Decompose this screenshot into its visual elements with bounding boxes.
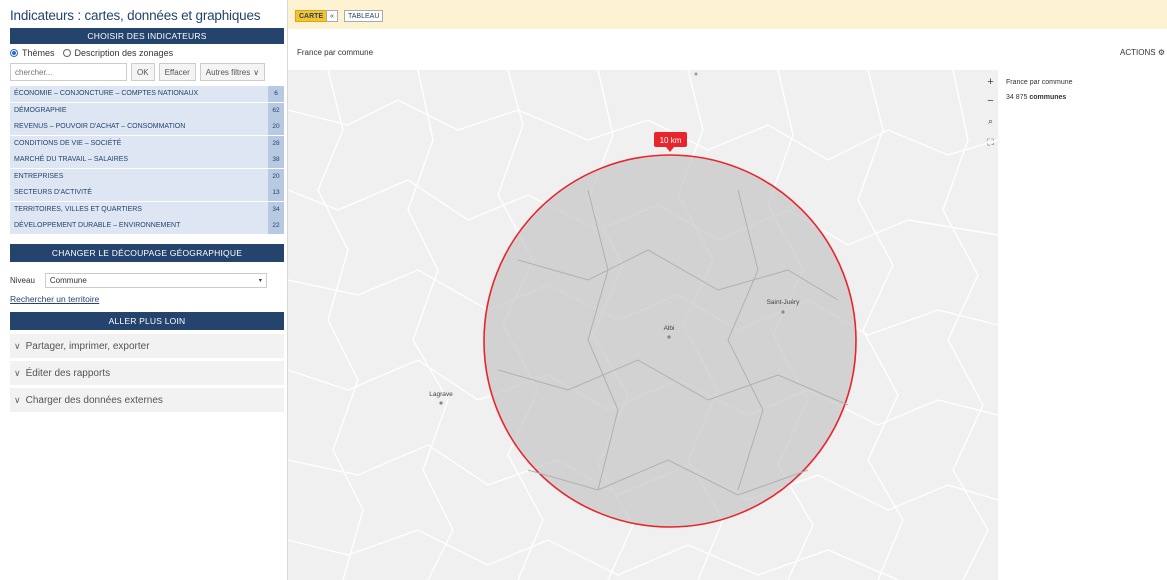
- expand-label: Partager, imprimer, exporter: [25, 340, 150, 352]
- actions-menu[interactable]: ACTIONS ⚙: [1120, 48, 1165, 57]
- share-print-export-row[interactable]: ∨ Partager, imprimer, exporter: [10, 334, 284, 358]
- radius-label: 10 km: [654, 132, 687, 152]
- theme-count: 6: [268, 86, 284, 102]
- other-filters-button[interactable]: Autres filtres ∨: [199, 63, 266, 81]
- radio-themes-label[interactable]: Thèmes: [22, 48, 55, 58]
- load-external-data-row[interactable]: ∨ Charger des données externes: [10, 388, 284, 412]
- theme-item[interactable]: DÉVELOPPEMENT DURABLE – ENVIRONNEMENT 22: [10, 218, 284, 234]
- map-title: France par commune: [297, 48, 374, 57]
- go-further-header: ALLER PLUS LOIN: [10, 312, 284, 330]
- radio-zonages-label[interactable]: Description des zonages: [75, 48, 174, 58]
- theme-item[interactable]: ENTREPRISES 20: [10, 168, 284, 185]
- expand-label: Charger des données externes: [25, 394, 163, 406]
- theme-label: CONDITIONS DE VIE – SOCIÉTÉ: [10, 135, 268, 152]
- legend-title: France par commune: [1006, 79, 1073, 86]
- zoom-out-icon[interactable]: −: [984, 95, 997, 108]
- search-territory-link[interactable]: Rechercher un territoire: [10, 294, 283, 304]
- collapse-arrow-icon[interactable]: «: [326, 10, 338, 22]
- app-title: Indicateurs : cartes, données et graphiq…: [10, 8, 261, 23]
- clear-button[interactable]: Effacer: [158, 63, 196, 81]
- legend-panel: + − ⌕ ⛶ France par commune 34 875 commun…: [987, 70, 1167, 580]
- place-saint-juery: Saint-Juéry: [767, 299, 801, 306]
- map-marker: [694, 72, 698, 76]
- theme-count: 22: [268, 218, 284, 234]
- theme-count: 28: [268, 135, 284, 152]
- legend-count-number: 34 875: [1006, 94, 1028, 101]
- theme-label: SECTEURS D'ACTIVITÉ: [10, 185, 268, 201]
- choose-indicators-header: CHOISIR DES INDICATEURS: [10, 28, 284, 44]
- view-tabs-bar: CARTE « TABLEAU: [288, 0, 1167, 29]
- radius-circle: [483, 154, 857, 528]
- radio-zonages[interactable]: [62, 48, 71, 57]
- theme-count: 13: [268, 185, 284, 201]
- ok-button[interactable]: OK: [131, 63, 155, 81]
- chevron-down-icon: ∨: [14, 394, 21, 405]
- theme-label: DÉMOGRAPHIE: [10, 102, 268, 119]
- theme-item[interactable]: ÉCONOMIE – CONJONCTURE – COMPTES NATIONA…: [10, 86, 284, 102]
- legend-count-unit: communes: [1029, 94, 1067, 101]
- theme-item[interactable]: REVENUS – POUVOIR D'ACHAT – CONSOMMATION…: [10, 119, 284, 135]
- niveau-label: Niveau: [10, 276, 35, 285]
- radio-themes[interactable]: [10, 48, 18, 57]
- expand-label: Éditer des rapports: [25, 367, 111, 379]
- tab-tableau[interactable]: TABLEAU: [344, 10, 384, 22]
- chevron-down-icon: ∨: [14, 340, 21, 351]
- theme-label: TERRITOIRES, VILLES ET QUARTIERS: [10, 201, 268, 218]
- theme-label: MARCHÉ DU TRAVAIL – SALAIRES: [10, 152, 268, 168]
- geo-division-header: CHANGER LE DÉCOUPAGE GÉOGRAPHIQUE: [10, 244, 284, 262]
- legend-count: 34 875 communes: [1006, 94, 1066, 101]
- place-lagrave-marker: [439, 401, 443, 405]
- theme-list: ÉCONOMIE – CONJONCTURE – COMPTES NATIONA…: [10, 86, 284, 234]
- theme-label: ÉCONOMIE – CONJONCTURE – COMPTES NATIONA…: [10, 86, 268, 102]
- theme-count: 62: [268, 102, 284, 119]
- search-input[interactable]: [10, 63, 127, 81]
- theme-item[interactable]: SECTEURS D'ACTIVITÉ 13: [10, 185, 284, 201]
- theme-label: DÉVELOPPEMENT DURABLE – ENVIRONNEMENT: [10, 218, 268, 234]
- radio-group: Thèmes Description des zonages: [10, 44, 283, 61]
- search-icon[interactable]: ⌕: [984, 115, 997, 128]
- place-albi-marker: [667, 335, 671, 339]
- place-saint-juery-marker: [781, 310, 785, 314]
- theme-item[interactable]: CONDITIONS DE VIE – SOCIÉTÉ 28: [10, 135, 284, 152]
- place-albi: Albi: [664, 325, 675, 332]
- niveau-select[interactable]: Commune ▾: [44, 273, 267, 288]
- theme-label: ENTREPRISES: [10, 168, 268, 185]
- niveau-row: Niveau Commune ▾: [10, 273, 283, 288]
- fullscreen-icon[interactable]: ⛶: [984, 136, 997, 149]
- tab-carte[interactable]: CARTE: [295, 10, 328, 22]
- theme-item[interactable]: MARCHÉ DU TRAVAIL – SALAIRES 38: [10, 152, 284, 168]
- map-svg: 10 km Albi Saint-Juéry Lagrave: [288, 70, 998, 580]
- map-header: France par commune ACTIONS ⚙: [288, 29, 1167, 70]
- caret-down-icon: ▾: [258, 278, 262, 284]
- place-lagrave: Lagrave: [429, 391, 453, 398]
- other-filters-label: Autres filtres: [205, 67, 251, 77]
- theme-count: 20: [268, 168, 284, 185]
- theme-item[interactable]: TERRITOIRES, VILLES ET QUARTIERS 34: [10, 201, 284, 218]
- actions-label: ACTIONS: [1120, 48, 1156, 57]
- sidebar: Indicateurs : cartes, données et graphiq…: [0, 0, 288, 580]
- niveau-value: Commune: [49, 276, 87, 285]
- chevron-down-icon: ∨: [253, 67, 260, 77]
- theme-item[interactable]: DÉMOGRAPHIE 62: [10, 102, 284, 119]
- gear-icon: ⚙: [1157, 48, 1165, 57]
- map-canvas[interactable]: 10 km Albi Saint-Juéry Lagrave: [288, 70, 998, 580]
- zoom-in-icon[interactable]: +: [984, 76, 997, 89]
- search-row: OK Effacer Autres filtres ∨: [10, 63, 283, 81]
- theme-count: 38: [268, 152, 284, 168]
- edit-reports-row[interactable]: ∨ Éditer des rapports: [10, 361, 284, 385]
- theme-count: 20: [268, 119, 284, 135]
- theme-count: 34: [268, 201, 284, 218]
- theme-label: REVENUS – POUVOIR D'ACHAT – CONSOMMATION: [10, 119, 268, 135]
- radius-label-text: 10 km: [660, 136, 682, 145]
- chevron-down-icon: ∨: [14, 367, 21, 378]
